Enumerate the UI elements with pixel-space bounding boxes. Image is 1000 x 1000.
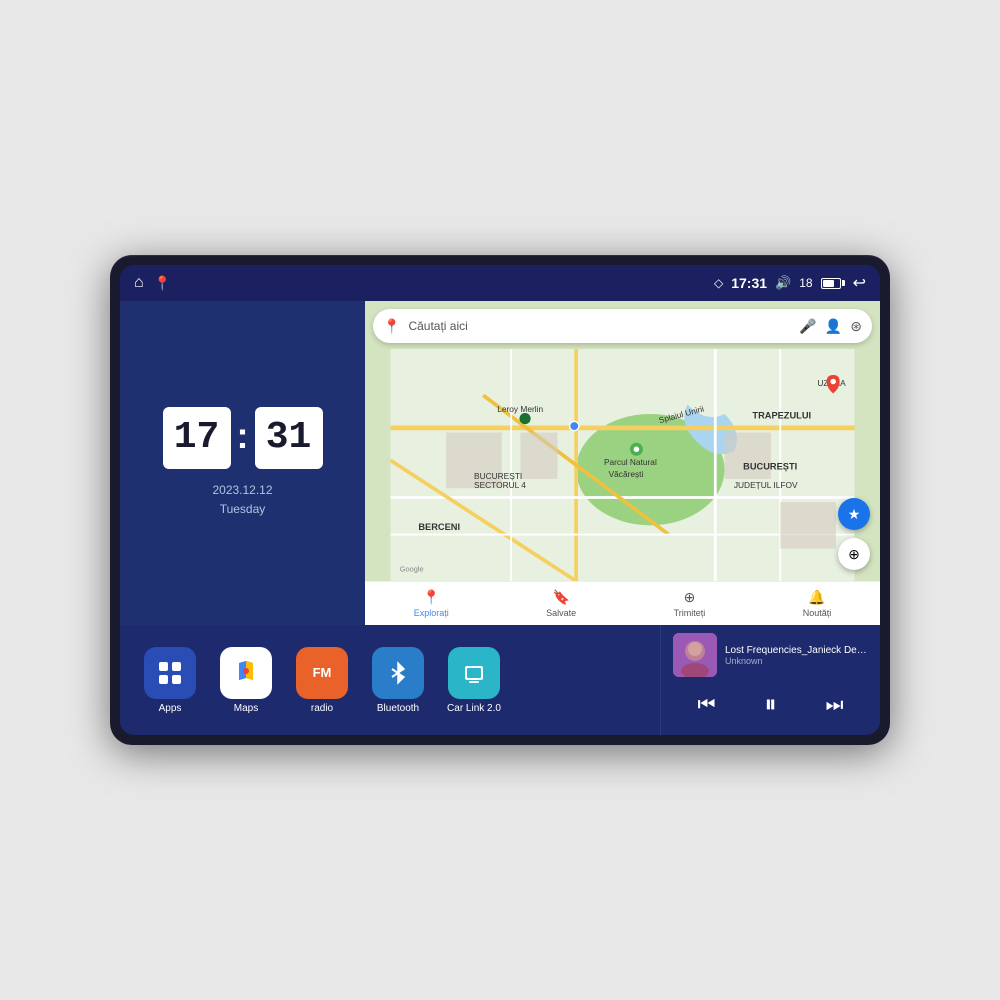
time-display: 17:31 [731, 275, 767, 291]
signal-strength: 18 [799, 276, 812, 290]
account-icon[interactable]: 👤 [825, 318, 842, 335]
map-nav-saved[interactable]: 🔖 Salvate [546, 589, 576, 618]
voice-search-icon[interactable]: 🎤 [799, 318, 816, 335]
app-item-maps[interactable]: Maps [216, 647, 276, 714]
bluetooth-label: Bluetooth [377, 703, 419, 714]
saved-label: Salvate [546, 608, 576, 618]
news-icon: 🔔 [808, 589, 825, 606]
apps-label: Apps [159, 703, 182, 714]
music-info: Lost Frequencies_Janieck Devy-... Unknow… [673, 633, 868, 677]
svg-text:Parcul Natural: Parcul Natural [604, 457, 657, 467]
clock-display: 17 : 31 [163, 407, 323, 469]
carlink-label: Car Link 2.0 [447, 703, 501, 714]
status-bar: ⌂ 📍 ◇ 17:31 🔊 18 ↩ [120, 265, 880, 301]
play-pause-button[interactable]: ⏸ [761, 687, 781, 723]
next-button[interactable]: ⏭ [822, 690, 848, 721]
map-search-actions: 🎤 👤 ⊛ [799, 318, 862, 335]
svg-text:SECTORUL 4: SECTORUL 4 [474, 480, 526, 490]
music-title: Lost Frequencies_Janieck Devy-... [725, 645, 868, 656]
map-location-button[interactable]: ⊕ [838, 538, 870, 570]
home-icon[interactable]: ⌂ [134, 274, 144, 292]
carlink-icon [448, 647, 500, 699]
svg-text:TRAPEZULUI: TRAPEZULUI [752, 411, 811, 421]
car-display-device: ⌂ 📍 ◇ 17:31 🔊 18 ↩ [110, 255, 890, 745]
top-section: 17 : 31 2023.12.12 Tuesday 📍 Căutați aic… [120, 301, 880, 625]
radio-label: radio [311, 703, 333, 714]
clock-colon: : [237, 415, 249, 457]
send-icon: ⊕ [684, 589, 696, 606]
bottom-section: Apps Maps [120, 625, 880, 735]
svg-text:Leroy Merlin: Leroy Merlin [497, 404, 543, 414]
map-panel[interactable]: 📍 Căutați aici 🎤 👤 ⊛ [365, 301, 880, 625]
app-item-radio[interactable]: FM radio [292, 647, 352, 714]
status-right: ◇ 17:31 🔊 18 ↩ [714, 273, 866, 293]
prev-button[interactable]: ⏮ [694, 690, 720, 721]
main-content: 17 : 31 2023.12.12 Tuesday 📍 Căutați aic… [120, 301, 880, 735]
music-text: Lost Frequencies_Janieck Devy-... Unknow… [725, 645, 868, 666]
map-area: TRAPEZULUI BUCUREȘTI JUDEȚUL ILFOV BERCE… [365, 349, 880, 581]
news-label: Noutăți [803, 608, 832, 618]
radio-icon: FM [296, 647, 348, 699]
map-pin-icon: 📍 [383, 318, 400, 335]
apps-icon [144, 647, 196, 699]
app-item-apps[interactable]: Apps [140, 647, 200, 714]
send-label: Trimiteți [674, 608, 706, 618]
device-screen: ⌂ 📍 ◇ 17:31 🔊 18 ↩ [120, 265, 880, 735]
layers-icon[interactable]: ⊛ [850, 318, 862, 335]
map-search-bar[interactable]: 📍 Căutați aici 🎤 👤 ⊛ [373, 309, 872, 343]
maps-label: Maps [234, 703, 258, 714]
gps-icon: ◇ [714, 276, 723, 290]
clock-minutes: 31 [255, 407, 323, 469]
compass-icon: ★ [848, 506, 861, 523]
maps-pin-icon[interactable]: 📍 [154, 275, 171, 292]
back-icon[interactable]: ↩ [853, 273, 866, 293]
map-compass-button[interactable]: ★ [838, 498, 870, 530]
status-left: ⌂ 📍 [134, 274, 171, 292]
music-artist: Unknown [725, 656, 868, 666]
map-nav-explore[interactable]: 📍 Explorați [414, 589, 449, 618]
svg-text:Văcărești: Văcărești [609, 469, 644, 479]
svg-text:BUCUREȘTI: BUCUREȘTI [743, 462, 797, 472]
explore-icon: 📍 [423, 589, 440, 606]
battery-icon [821, 278, 845, 289]
svg-text:Google: Google [400, 565, 424, 574]
map-nav-send[interactable]: ⊕ Trimiteți [674, 589, 706, 618]
explore-label: Explorați [414, 608, 449, 618]
map-bottom-nav: 📍 Explorați 🔖 Salvate ⊕ Trimiteți 🔔 [365, 581, 880, 625]
clock-panel: 17 : 31 2023.12.12 Tuesday [120, 301, 365, 625]
search-placeholder: Căutați aici [408, 319, 467, 333]
clock-hours: 17 [163, 407, 231, 469]
volume-icon: 🔊 [775, 275, 791, 291]
maps-app-icon [220, 647, 272, 699]
location-icon: ⊕ [848, 546, 860, 563]
app-item-bluetooth[interactable]: Bluetooth [368, 647, 428, 714]
apps-row: Apps Maps [120, 625, 660, 735]
music-player: Lost Frequencies_Janieck Devy-... Unknow… [660, 625, 880, 735]
svg-text:BERCENI: BERCENI [418, 522, 460, 532]
map-nav-news[interactable]: 🔔 Noutăți [803, 589, 832, 618]
music-controls: ⏮ ⏸ ⏭ [673, 683, 868, 727]
bluetooth-icon [372, 647, 424, 699]
saved-icon: 🔖 [552, 589, 569, 606]
app-item-carlink[interactable]: Car Link 2.0 [444, 647, 504, 714]
svg-text:JUDEȚUL ILFOV: JUDEȚUL ILFOV [734, 480, 798, 490]
music-thumbnail [673, 633, 717, 677]
clock-date: 2023.12.12 Tuesday [212, 481, 272, 519]
